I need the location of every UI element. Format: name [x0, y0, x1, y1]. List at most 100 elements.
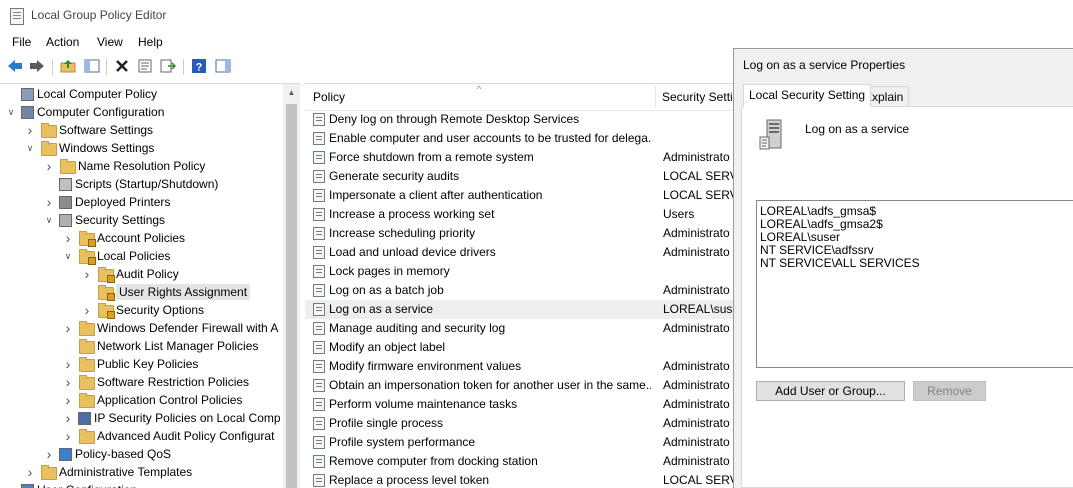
tree-item-public-key-policies[interactable]: ›Public Key Policies [62, 355, 198, 373]
policy-row[interactable]: Generate security auditsLOCAL SERVI [305, 167, 735, 186]
member-item[interactable]: LOREAL\adfs_gmsa2$ [760, 217, 883, 231]
policy-row[interactable]: Remove computer from docking stationAdmi… [305, 452, 735, 471]
help-icon[interactable]: ? [189, 57, 209, 75]
member-item[interactable]: NT SERVICE\ALL SERVICES [760, 256, 920, 270]
expand-chevron-icon[interactable]: › [43, 448, 55, 460]
policy-icon [313, 341, 325, 354]
expand-chevron-icon[interactable]: › [24, 124, 36, 136]
policy-row[interactable]: Manage auditing and security logAdminist… [305, 319, 735, 338]
tree-item-security-settings[interactable]: ∨Security Settings [43, 211, 165, 229]
tree-item-application-control-policies[interactable]: ›Application Control Policies [62, 391, 242, 409]
tree-item-windows-defender-firewall-with-a[interactable]: ›Windows Defender Firewall with A [62, 319, 278, 337]
tree-item-network-list-manager-policies[interactable]: Network List Manager Policies [62, 337, 258, 355]
members-listbox[interactable]: LOREAL\adfs_gmsa$LOREAL\adfs_gmsa2$LOREA… [756, 200, 1073, 368]
policy-row[interactable]: Increase scheduling priorityAdministrato [305, 224, 735, 243]
policy-name: Log on as a batch job [329, 283, 651, 297]
policy-row[interactable]: Log on as a serviceLOREAL\suse [305, 300, 735, 319]
tree-item-windows-settings[interactable]: ∨Windows Settings [24, 139, 154, 157]
expand-chevron-icon[interactable]: › [24, 466, 36, 478]
locked-folder-icon [97, 285, 113, 299]
policy-row[interactable]: Obtain an impersonation token for anothe… [305, 376, 735, 395]
tree-item-local-computer-policy[interactable]: Local Computer Policy [5, 85, 157, 103]
collapse-chevron-icon[interactable]: ∨ [43, 214, 55, 226]
column-header-security-setting[interactable]: Security Setti [662, 90, 733, 104]
menu-file[interactable]: File [12, 35, 31, 49]
menu-view[interactable]: View [97, 35, 123, 49]
member-item[interactable]: LOREAL\suser [760, 230, 840, 244]
expand-chevron-icon[interactable]: › [62, 358, 74, 370]
policy-row[interactable]: Impersonate a client after authenticatio… [305, 186, 735, 205]
add-user-or-group-button[interactable]: Add User or Group... [756, 381, 905, 401]
collapse-chevron-icon[interactable]: ∨ [62, 250, 74, 262]
policy-setting: LOCAL SERVI [663, 169, 735, 183]
scrollbar-thumb[interactable] [286, 104, 297, 488]
expand-chevron-icon[interactable]: › [81, 304, 93, 316]
delete-icon[interactable] [112, 57, 132, 75]
policy-row[interactable]: Modify an object label [305, 338, 735, 357]
tree-item-deployed-printers[interactable]: ›Deployed Printers [43, 193, 170, 211]
tree-item-user-rights-assignment[interactable]: User Rights Assignment [81, 283, 250, 301]
expand-chevron-icon[interactable]: › [5, 484, 17, 488]
policy-row[interactable]: Modify firmware environment valuesAdmini… [305, 357, 735, 376]
export-list-icon[interactable] [158, 57, 178, 75]
policy-row[interactable]: Deny log on through Remote Desktop Servi… [305, 110, 735, 129]
policy-row[interactable]: Profile single processAdministrato [305, 414, 735, 433]
policy-icon [313, 436, 325, 449]
policy-row[interactable]: Lock pages in memory [305, 262, 735, 281]
expand-chevron-icon[interactable]: › [62, 430, 74, 442]
tree-item-policy-based-qos[interactable]: › Policy-based QoS [43, 445, 171, 463]
show-hide-action-pane-icon[interactable] [213, 57, 233, 75]
policy-row[interactable]: Increase a process working setUsers [305, 205, 735, 224]
menu-action[interactable]: Action [46, 35, 79, 49]
member-item[interactable]: LOREAL\adfs_gmsa$ [760, 204, 876, 218]
tree-item-account-policies[interactable]: ›Account Policies [62, 229, 185, 247]
scroll-up-icon[interactable]: ▲ [283, 84, 300, 100]
tab-panel: Log on as a service LOREAL\adfs_gmsa$LOR… [741, 106, 1073, 488]
policy-setting: Administrato [663, 283, 730, 297]
tree-scrollbar[interactable]: ▲ [283, 84, 300, 488]
show-hide-tree-icon[interactable] [82, 57, 102, 75]
expand-chevron-icon[interactable]: › [62, 376, 74, 388]
expand-chevron-icon[interactable]: › [62, 412, 74, 424]
policy-row[interactable]: Log on as a batch job Administrato [305, 281, 735, 300]
menu-bar: File Action View Help [0, 32, 740, 52]
expand-chevron-icon[interactable]: › [62, 232, 74, 244]
tree-item-audit-policy[interactable]: ›Audit Policy [81, 265, 179, 283]
expand-chevron-icon[interactable]: › [62, 394, 74, 406]
expand-chevron-icon[interactable]: › [81, 268, 93, 280]
tree-item-administrative-templates[interactable]: ›Administrative Templates [24, 463, 192, 481]
collapse-chevron-icon[interactable]: ∨ [24, 142, 36, 154]
expand-chevron-icon[interactable]: › [62, 322, 74, 334]
tree-item-software-restriction-policies[interactable]: ›Software Restriction Policies [62, 373, 249, 391]
back-arrow-icon[interactable] [5, 57, 25, 75]
policy-row[interactable]: Replace a process level tokenLOCAL SERVI [305, 471, 735, 488]
properties-icon[interactable] [135, 57, 155, 75]
script-icon [59, 178, 72, 191]
policy-row[interactable]: Enable computer and user accounts to be … [305, 129, 735, 148]
expand-chevron-icon[interactable]: › [43, 160, 55, 172]
policy-row[interactable]: Perform volume maintenance tasksAdminist… [305, 395, 735, 414]
tree-item-advanced-audit-policy-configurat[interactable]: ›Advanced Audit Policy Configurat [62, 427, 274, 445]
menu-help[interactable]: Help [138, 35, 163, 49]
policy-row[interactable]: Force shutdown from a remote systemAdmin… [305, 148, 735, 167]
tree-item-local-policies[interactable]: ∨Local Policies [62, 247, 170, 265]
tree-item-name-resolution-policy[interactable]: ›Name Resolution Policy [43, 157, 205, 175]
policy-name: Increase a process working set [329, 207, 651, 221]
remove-button[interactable]: Remove [913, 381, 986, 401]
tree-item-software-settings[interactable]: ›Software Settings [24, 121, 153, 139]
tree-item-ip-security-policies-on-local-comp[interactable]: ›IP Security Policies on Local Comp [62, 409, 281, 427]
tree-item-security-options[interactable]: ›Security Options [81, 301, 204, 319]
tree-item-computer-configuration[interactable]: ∨Computer Configuration [5, 103, 164, 121]
member-item[interactable]: NT SERVICE\adfssrv [760, 243, 874, 257]
forward-arrow-icon[interactable] [27, 57, 47, 75]
collapse-chevron-icon[interactable]: ∨ [5, 106, 17, 118]
tree-item-label: Policy-based QoS [75, 447, 171, 461]
policy-row[interactable]: Load and unload device driversAdministra… [305, 243, 735, 262]
tab-local-security-setting[interactable]: Local Security Setting [743, 84, 871, 107]
expand-chevron-icon[interactable]: › [43, 196, 55, 208]
computer-icon [21, 106, 34, 119]
tree-item-scripts-startup-shutdown[interactable]: Scripts (Startup/Shutdown) [43, 175, 218, 193]
up-folder-icon[interactable] [58, 57, 78, 75]
column-header-policy[interactable]: Policy [313, 90, 345, 104]
policy-row[interactable]: Profile system performanceAdministrato [305, 433, 735, 452]
